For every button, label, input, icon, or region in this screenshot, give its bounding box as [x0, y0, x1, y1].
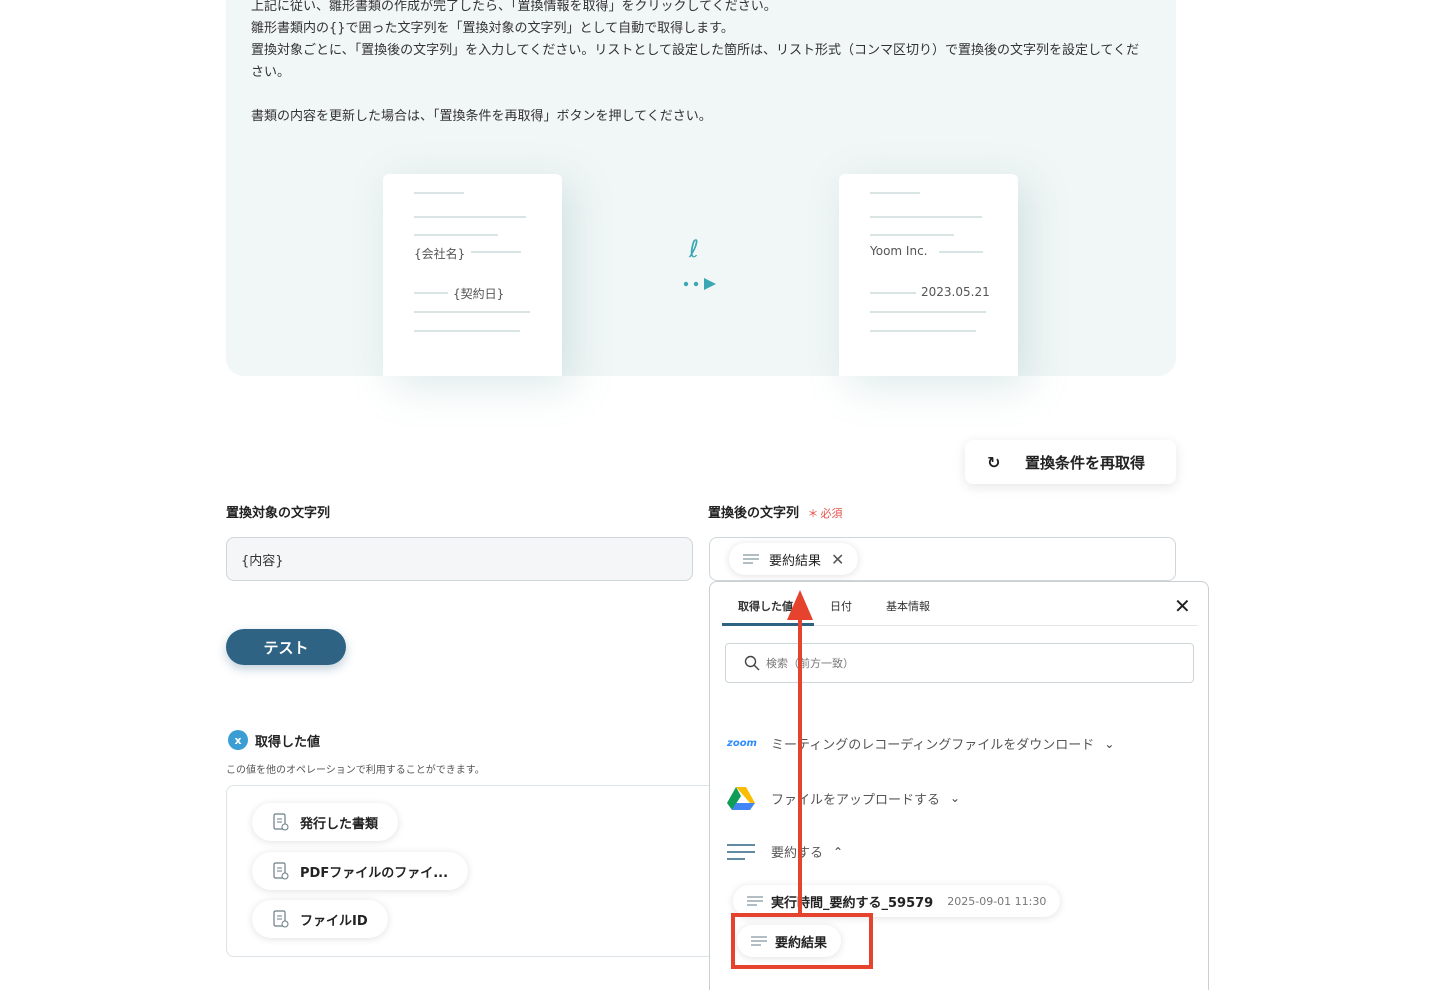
result-document-illustration: Yoom Inc. 2023.05.21 — [839, 174, 1018, 376]
source-drive-row[interactable]: ファイルをアップロードする ⌄ — [727, 786, 960, 810]
google-drive-icon — [727, 786, 757, 810]
instruction-line-3: 置換対象ごとに、「置換後の文字列」を入力してください。リストとして設定した箇所は… — [251, 43, 1140, 80]
target-string-label: 置換対象の文字列 — [226, 506, 331, 521]
document-icon — [273, 910, 289, 928]
result-date: 2023.05.21 — [921, 285, 990, 299]
refetch-conditions-button[interactable]: ↻ 置換条件を再取得 — [965, 440, 1176, 484]
highlight-annotation — [731, 913, 873, 969]
template-date-placeholder: {契約日} — [453, 287, 505, 301]
instruction-text: 上記に従い、雛形書類の作成が完了したら、「置換情報を取得」をクリックしてください… — [251, 0, 1151, 128]
template-document-illustration: {会社名} {契約日} — [383, 174, 562, 376]
template-company-placeholder: {会社名} — [414, 247, 466, 261]
acquired-values-description: この値を他のオペレーションで利用することができます。 — [226, 765, 485, 776]
yoom-logo-icon: ℓ — [689, 235, 699, 263]
text-lines-icon — [743, 554, 759, 564]
replacement-value-label: 要約結果 — [769, 553, 822, 569]
result-timestamp: 2025-09-01 11:30 — [947, 894, 1047, 908]
chevron-down-icon: ⌄ — [1104, 736, 1115, 751]
zoom-logo-text: zoom — [727, 738, 757, 749]
replacement-string-label-wrap: 置換後の文字列 ＊必須 — [708, 502, 843, 521]
annotation-arrow-icon — [787, 590, 813, 916]
required-text: 必須 — [820, 507, 843, 520]
acquired-value-label: 発行した書類 — [300, 816, 379, 832]
instruction-line-5: 書類の内容を更新した場合は、「置換条件を再取得」ボタンを押してください。 — [251, 109, 712, 124]
search-icon — [744, 655, 760, 671]
acquired-value-chip[interactable]: ファイルID — [252, 900, 388, 938]
target-string-field[interactable]: {内容} — [226, 537, 693, 581]
result-company-name: Yoom Inc. — [870, 244, 928, 258]
instruction-line-2: 雛形書類内の{}で囲った文字列を「置換対象の文字列」として自動で取得します。 — [251, 21, 734, 36]
remove-chip-icon[interactable]: ✕ — [831, 550, 844, 569]
acquired-value-chip[interactable]: PDFファイルのファイ... — [252, 852, 469, 890]
close-icon[interactable]: ✕ — [1174, 594, 1191, 618]
test-button[interactable]: テスト — [226, 629, 346, 665]
instruction-line-1: 上記に従い、雛形書類の作成が完了したら、「置換情報を取得」をクリックしてください… — [251, 0, 777, 14]
replacement-string-label: 置換後の文字列 — [708, 506, 800, 521]
acquired-value-chip[interactable]: 発行した書類 — [252, 803, 399, 841]
tab-basic-info[interactable]: 基本情報 — [886, 598, 930, 614]
required-asterisk: ＊ — [807, 507, 819, 520]
refresh-icon: ↻ — [987, 452, 1001, 472]
acquired-value-label: ファイルID — [300, 913, 368, 929]
acquired-values-header: x 取得した値 — [228, 730, 320, 750]
document-icon — [273, 862, 289, 880]
instruction-line-4 — [251, 84, 1151, 106]
refetch-conditions-label: 置換条件を再取得 — [1025, 453, 1146, 472]
text-lines-icon — [747, 896, 763, 906]
acquired-value-label: PDFファイルのファイ... — [300, 865, 449, 881]
arrow-right-icon — [683, 278, 716, 290]
variable-badge-icon: x — [228, 730, 248, 750]
zoom-icon: zoom — [727, 738, 757, 749]
chevron-up-icon: ⌃ — [833, 844, 844, 859]
tab-date[interactable]: 日付 — [830, 598, 852, 614]
replacement-value-chip[interactable]: 要約結果 ✕ — [729, 543, 859, 575]
instruction-panel: 上記に従い、雛形書類の作成が完了したら、「置換情報を取得」をクリックしてください… — [226, 0, 1176, 376]
document-icon — [273, 813, 289, 831]
acquired-values-title: 取得した値 — [255, 734, 321, 750]
chevron-down-icon: ⌄ — [950, 791, 961, 805]
summarize-icon — [727, 843, 757, 861]
